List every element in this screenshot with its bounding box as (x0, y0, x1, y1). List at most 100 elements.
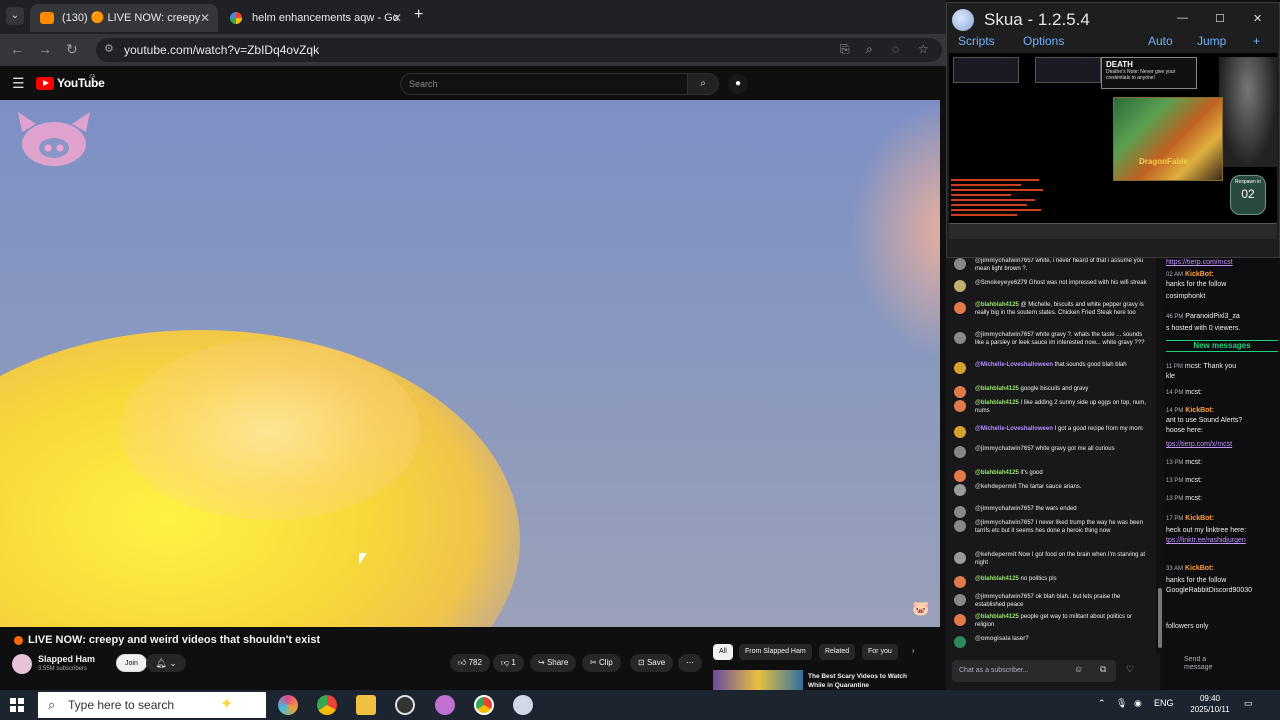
chat-username[interactable]: @jimmychatwin7657 (975, 258, 1034, 264)
chip-for-you[interactable]: For you (862, 644, 898, 660)
share-button[interactable]: ↪ Share (530, 654, 577, 672)
feed-bot-name[interactable]: KickBot: (1185, 515, 1214, 522)
chat-username[interactable]: @jimmychatwin7657 (975, 332, 1034, 338)
search-button[interactable]: ⌕ (687, 73, 719, 95)
chip-related[interactable]: Related (819, 644, 856, 660)
feed-bot-name[interactable]: KickBot: (1185, 407, 1214, 414)
recommended-title[interactable]: The Best Scary Videos to Watch While in … (808, 672, 918, 690)
avatar[interactable] (954, 552, 966, 564)
chrome-active-icon[interactable] (474, 695, 494, 715)
scroll-thumb[interactable] (1158, 588, 1162, 648)
heart-icon[interactable]: ♡ (1126, 664, 1134, 675)
game-action-bar[interactable] (949, 223, 1277, 239)
game-canvas[interactable]: DEATH Deathe's Note: Never give your cre… (949, 53, 1277, 239)
copilot-icon[interactable] (278, 695, 298, 715)
join-button[interactable]: Join (116, 654, 147, 672)
chat-username[interactable]: @jimmychatwin7657 (975, 594, 1034, 600)
menu-auto[interactable]: Auto (1148, 34, 1173, 48)
avatar[interactable] (954, 520, 966, 532)
start-windows-icon[interactable] (10, 698, 24, 712)
tray-chevron-icon[interactable]: ⌃ (1098, 698, 1106, 709)
chat-username[interactable]: @Smokeyeye6279 (975, 280, 1027, 286)
avatar[interactable] (954, 470, 966, 482)
chat-input[interactable]: Chat as a subscriber... (952, 660, 1116, 682)
avatar[interactable] (954, 426, 966, 438)
feed-link[interactable]: https://tierp.com/mcst (1166, 259, 1233, 266)
gif-icon[interactable]: ⧉ (1100, 664, 1106, 675)
voice-search-button[interactable]: ● (728, 74, 748, 94)
eye-slash-icon[interactable]: ◌ (892, 42, 899, 56)
sparkle-icon[interactable]: ✦ (220, 695, 240, 715)
chip-all[interactable]: All (713, 644, 733, 660)
tab-search-icon[interactable]: ⌄ (6, 7, 24, 25)
chat-username[interactable]: @jimmychatwin7657 (975, 506, 1034, 512)
avatar[interactable] (954, 258, 966, 270)
feed-bot-name[interactable]: KickBot: (1185, 565, 1214, 572)
clock[interactable]: 09:40 2025/10/11 (1190, 693, 1230, 715)
avatar[interactable] (954, 302, 966, 314)
menu-icon[interactable]: ☰ (12, 75, 25, 92)
bookmark-star-icon[interactable]: ☆ (918, 42, 929, 56)
install-app-icon[interactable]: ⎘ (840, 42, 850, 57)
like-button[interactable]: 👍︎ 782 (450, 654, 490, 672)
notifications-icon[interactable]: ▭ (1244, 698, 1253, 709)
avatar[interactable] (954, 506, 966, 518)
close-tab-icon[interactable]: ✕ (392, 4, 402, 32)
close-tab-icon[interactable]: ✕ (200, 4, 210, 32)
recommended-thumbnail[interactable] (713, 670, 803, 690)
site-info-icon[interactable]: ⚙ (104, 42, 114, 55)
avatar[interactable] (954, 484, 966, 496)
mic-tray-icon[interactable]: 🎙︎ (1116, 698, 1127, 709)
dislike-button[interactable]: 👎︎ 1 (493, 654, 524, 672)
save-button[interactable]: ⊡ Save (630, 654, 674, 672)
chat-username[interactable]: @kehdepermit (975, 484, 1017, 490)
menu-options[interactable]: Options (1023, 34, 1064, 48)
chat-username[interactable]: @blahblah4125 (975, 386, 1019, 392)
app-icon[interactable] (395, 695, 415, 715)
avatar[interactable] (954, 362, 966, 374)
maximize-icon[interactable]: ☐ (1215, 12, 1225, 25)
emoji-icon[interactable]: ☺ (1074, 664, 1083, 674)
chrome-icon[interactable] (317, 695, 337, 715)
chat-username[interactable]: @blahblah4125 (975, 400, 1019, 406)
notifications-button[interactable]: 🔔︎ ⌄ (146, 654, 186, 672)
chip-from-channel[interactable]: From Slapped Ham (739, 644, 812, 660)
chat-username[interactable]: @blahblah4125 (975, 302, 1019, 308)
app-icon-2[interactable] (435, 695, 455, 715)
chat-username[interactable]: @jimmychatwin7657 (975, 446, 1034, 452)
avatar[interactable] (954, 332, 966, 344)
channel-name[interactable]: Slapped Ham (38, 654, 95, 664)
chat-scrollbar[interactable] (1156, 258, 1164, 654)
chat-username[interactable]: @Michelle-Loveshalloween (975, 362, 1053, 368)
chat-username[interactable]: @omogisala (975, 636, 1011, 642)
minimize-icon[interactable]: — (1177, 12, 1188, 24)
avatar[interactable] (954, 576, 966, 588)
menu-jump[interactable]: Jump (1197, 34, 1226, 48)
dragonfable-ad[interactable] (1113, 97, 1223, 181)
tab-google[interactable]: helm enhancements aqw - Go ✕ (220, 4, 410, 32)
avatar[interactable] (954, 280, 966, 292)
chat-username[interactable]: @Michelle-Loveshalloween (975, 426, 1053, 432)
feed-link[interactable]: tps://tierp.com/x/mcst (1166, 441, 1232, 448)
file-explorer-icon[interactable] (356, 695, 376, 715)
address-bar[interactable]: ⚙ youtube.com/watch?v=ZbIDq4ovZqk ⎘ ⌕ ◌ … (96, 38, 942, 62)
reload-icon[interactable]: ↻ (66, 41, 78, 58)
avatar[interactable] (954, 400, 966, 412)
video-player[interactable] (0, 100, 940, 627)
youtube-logo-icon[interactable] (36, 77, 54, 90)
skua-taskbar-icon[interactable] (513, 695, 533, 715)
chat-username[interactable]: @blahblah4125 (975, 470, 1019, 476)
zoom-icon[interactable]: ⌕ (866, 42, 873, 57)
feed-link[interactable]: tps://linktr.ee/rashidjurgen (1166, 537, 1246, 544)
avatar[interactable] (954, 386, 966, 398)
avatar[interactable] (12, 654, 32, 674)
feed-bot-name[interactable]: KickBot: (1185, 271, 1214, 278)
more-actions-button[interactable]: ⋯ (678, 654, 702, 672)
clip-button[interactable]: ✂ Clip (582, 654, 621, 672)
avatar[interactable] (954, 636, 966, 648)
send-message-button[interactable]: Send a message (1184, 656, 1224, 672)
chip-next-icon[interactable]: › (906, 644, 920, 660)
menu-scripts[interactable]: Scripts (958, 34, 995, 48)
chat-username[interactable]: @jimmychatwin7657 (975, 520, 1034, 526)
youtube-logo-text[interactable]: YouTube (57, 76, 105, 90)
